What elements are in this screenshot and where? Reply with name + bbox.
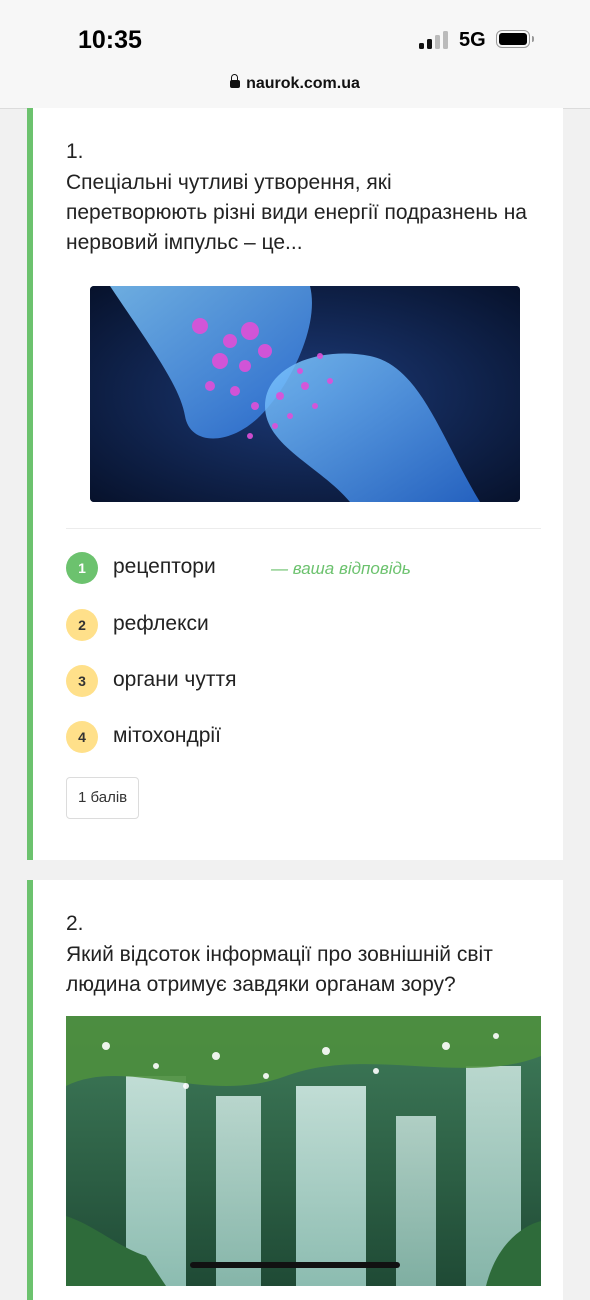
option-number-badge: 3 [66,665,98,697]
option-label: рефлекси [113,612,209,635]
option-number-badge: 4 [66,721,98,753]
question-text: Спеціальні чутливі утворення, які перетв… [66,171,527,254]
battery-icon [496,30,534,48]
question-card-1: 1. Спеціальні чутливі утворення, які пер… [27,108,563,860]
question-number: 1. [66,140,84,163]
lock-icon [230,74,241,88]
your-answer-note: — ваша відповідь [271,559,411,578]
question-number: 2. [66,912,84,935]
option-number-badge: 2 [66,609,98,641]
home-indicator[interactable] [190,1262,400,1268]
clock: 10:35 [78,26,142,54]
status-bar: 10:35 5G naurok.com.ua [0,0,590,109]
network-type: 5G [459,29,486,51]
option-number-badge: 1 [66,552,98,584]
option-label: органи чуття [113,668,237,691]
points-badge: 1 балів [66,777,140,819]
synapse-illustration-icon [90,286,520,502]
option-label: мітохондрії [113,724,221,747]
question-text: Який відсоток інформації про зовнішній с… [66,943,493,996]
option-label: рецептори [113,555,216,578]
question-card-2: 2. Який відсоток інформації про зовнішні… [27,880,563,1300]
waterfall-photo-icon [66,1016,541,1286]
url-text: naurok.com.ua [246,75,360,92]
cellular-signal-icon [419,31,449,49]
divider [66,528,541,529]
address-bar[interactable]: naurok.com.ua [0,74,590,93]
